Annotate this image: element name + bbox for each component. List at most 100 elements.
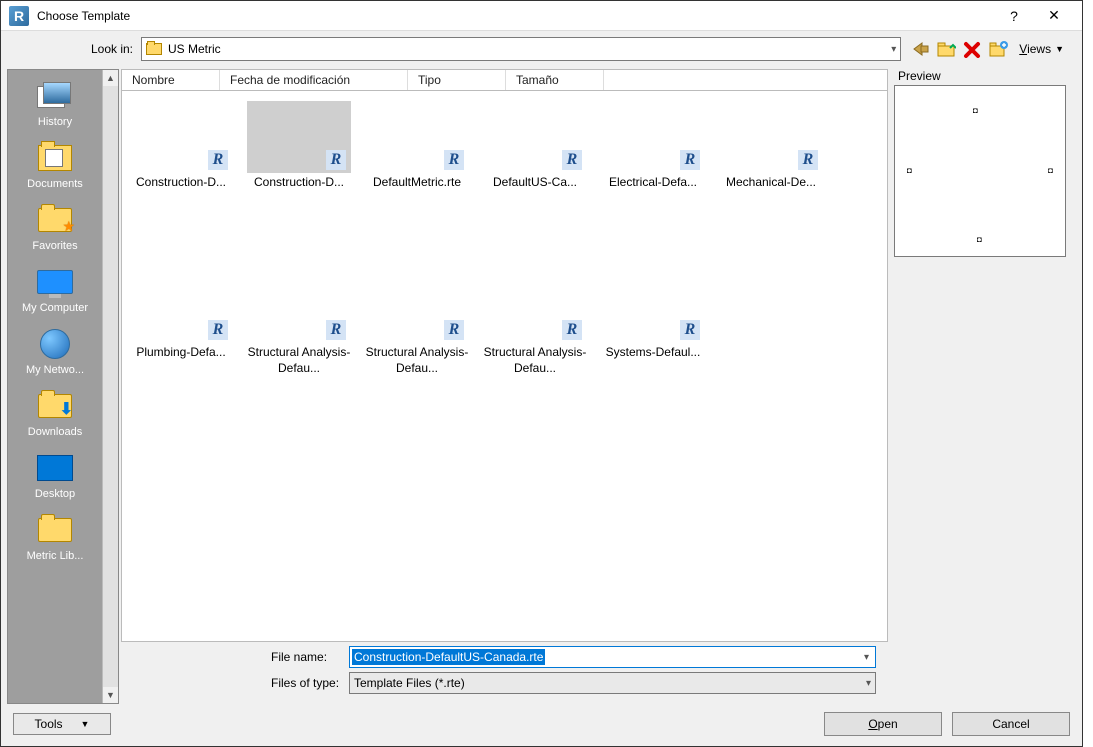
- col-date[interactable]: Fecha de modificación: [220, 70, 408, 90]
- toolbar-icons: Views ▼: [909, 38, 1070, 60]
- file-item[interactable]: R Mechanical-De...: [712, 97, 830, 267]
- revit-file-icon: R: [680, 150, 700, 170]
- revit-file-icon: R: [326, 320, 346, 340]
- file-item[interactable]: R Electrical-Defa...: [594, 97, 712, 267]
- lookin-label: Look in:: [1, 42, 141, 56]
- views-label-rest: iews: [1027, 42, 1051, 56]
- places-downloads[interactable]: ⬇ Downloads: [10, 382, 100, 444]
- footer: Tools ▼ Open Cancel: [1, 706, 1082, 746]
- close-button[interactable]: ✕: [1034, 2, 1074, 30]
- revit-file-icon: R: [562, 320, 582, 340]
- chevron-down-icon[interactable]: ▾: [858, 652, 875, 663]
- places-history-label: History: [38, 116, 72, 128]
- places-metriclib[interactable]: Metric Lib...: [10, 506, 100, 568]
- places-favorites[interactable]: ★ Favorites: [10, 196, 100, 258]
- file-item[interactable]: RStructural Analysis-Defau...: [358, 267, 476, 437]
- filename-input[interactable]: Construction-DefaultUS-Canada.rte ▾: [349, 646, 876, 668]
- file-item-selected[interactable]: R Construction-D...: [240, 97, 358, 267]
- titlebar: R Choose Template ? ✕: [1, 1, 1082, 31]
- back-button[interactable]: [909, 38, 931, 60]
- preview-box: ◘ ◘ ◘ ◘: [894, 85, 1066, 257]
- file-label: Construction-D...: [254, 175, 344, 191]
- revit-file-icon: R: [208, 320, 228, 340]
- file-item[interactable]: R Structural Analysis-Defau...: [476, 267, 594, 437]
- scroll-down-icon[interactable]: ▼: [103, 687, 118, 703]
- scroll-up-icon[interactable]: ▲: [103, 70, 118, 86]
- places-history[interactable]: History: [10, 72, 100, 134]
- file-area: Nombre Fecha de modificación Tipo Tamaño…: [121, 69, 888, 704]
- folder-icon: [146, 43, 162, 55]
- file-label: DefaultUS-Ca...: [493, 175, 577, 191]
- preview-mark-icon: ◘: [1048, 166, 1053, 175]
- places-documents-label: Documents: [27, 178, 83, 190]
- views-dropdown[interactable]: Views ▼: [1013, 42, 1070, 56]
- preview-mark-icon: ◘: [977, 235, 982, 244]
- places-mycomputer-label: My Computer: [22, 302, 88, 314]
- places-desktop[interactable]: Desktop: [10, 444, 100, 506]
- chevron-down-icon: ▼: [1055, 44, 1064, 54]
- preview-mark-icon: ◘: [907, 166, 912, 175]
- file-item[interactable]: R Structural Analysis-Defau...: [240, 267, 358, 437]
- help-button[interactable]: ?: [994, 2, 1034, 30]
- revit-file-icon: R: [444, 150, 464, 170]
- cancel-button[interactable]: Cancel: [952, 712, 1070, 736]
- places-documents[interactable]: Documents: [10, 134, 100, 196]
- bottom-fields: File name: Construction-DefaultUS-Canada…: [121, 642, 888, 704]
- file-label: Mechanical-De...: [726, 175, 816, 191]
- file-label: Plumbing-Defa...: [136, 345, 225, 361]
- delete-button[interactable]: [961, 38, 983, 60]
- up-folder-button[interactable]: [935, 38, 957, 60]
- views-label-underline: V: [1019, 42, 1027, 56]
- revit-file-icon: R: [208, 150, 228, 170]
- chevron-down-icon: ▾: [891, 44, 896, 55]
- chevron-down-icon: ▼: [81, 719, 90, 729]
- file-item[interactable]: R DefaultUS-Ca...: [476, 97, 594, 267]
- places-metriclib-label: Metric Lib...: [27, 550, 84, 562]
- revit-app-icon: R: [9, 6, 29, 26]
- places-favorites-label: Favorites: [32, 240, 77, 252]
- file-label: Structural Analysis-Defau...: [242, 345, 356, 376]
- preview-label: Preview: [894, 67, 1072, 85]
- chevron-down-icon[interactable]: ▾: [866, 678, 871, 689]
- file-item[interactable]: R Systems-Defaul...: [594, 267, 712, 437]
- file-label: Structural Analysis-Defau...: [478, 345, 592, 376]
- revit-file-icon: R: [326, 150, 346, 170]
- places-mycomputer[interactable]: My Computer: [10, 258, 100, 320]
- middle-area: History Documents ★ Favorites My Compute…: [1, 67, 1082, 706]
- col-size[interactable]: Tamaño: [506, 70, 604, 90]
- places-mynetwork-label: My Netwo...: [26, 364, 84, 376]
- file-list-header: Nombre Fecha de modificación Tipo Tamaño: [121, 69, 888, 91]
- file-label: Electrical-Defa...: [609, 175, 697, 191]
- places-scrollbar[interactable]: ▲ ▼: [102, 70, 118, 703]
- filetype-label: Files of type:: [271, 676, 349, 690]
- preview-mark-icon: ◘: [973, 106, 978, 115]
- file-item[interactable]: R DefaultMetric.rte: [358, 97, 476, 267]
- tools-dropdown[interactable]: Tools ▼: [13, 713, 111, 735]
- filetype-value: Template Files (*.rte): [354, 676, 465, 690]
- open-button[interactable]: Open: [824, 712, 942, 736]
- file-list[interactable]: RConstruction-D... RConstruction-D... RD…: [121, 91, 888, 642]
- revit-file-icon: R: [798, 150, 818, 170]
- col-type[interactable]: Tipo: [408, 70, 506, 90]
- file-label: DefaultMetric.rte: [373, 175, 461, 191]
- places-mynetwork[interactable]: My Netwo...: [10, 320, 100, 382]
- dialog-body: Look in: US Metric ▾: [1, 31, 1082, 746]
- file-label: Systems-Defaul...: [606, 345, 701, 361]
- filetype-dropdown[interactable]: Template Files (*.rte) ▾: [349, 672, 876, 694]
- new-folder-button[interactable]: [987, 38, 1009, 60]
- col-name[interactable]: Nombre: [122, 70, 220, 90]
- places-bar: History Documents ★ Favorites My Compute…: [7, 69, 119, 704]
- scroll-track[interactable]: [103, 86, 118, 687]
- tools-label-rest: ools: [41, 717, 63, 731]
- dialog-title: Choose Template: [37, 9, 994, 23]
- topbar: Look in: US Metric ▾: [1, 31, 1082, 67]
- preview-pane: Preview ◘ ◘ ◘ ◘: [894, 67, 1072, 706]
- revit-file-icon: R: [680, 320, 700, 340]
- file-item[interactable]: R Plumbing-Defa...: [122, 267, 240, 437]
- places-desktop-label: Desktop: [35, 488, 75, 500]
- file-item[interactable]: RConstruction-D...: [122, 97, 240, 267]
- revit-file-icon: R: [444, 320, 464, 340]
- lookin-dropdown[interactable]: US Metric ▾: [141, 37, 901, 61]
- revit-file-icon: R: [562, 150, 582, 170]
- choose-template-dialog: R Choose Template ? ✕ Look in: US Metric…: [0, 0, 1083, 747]
